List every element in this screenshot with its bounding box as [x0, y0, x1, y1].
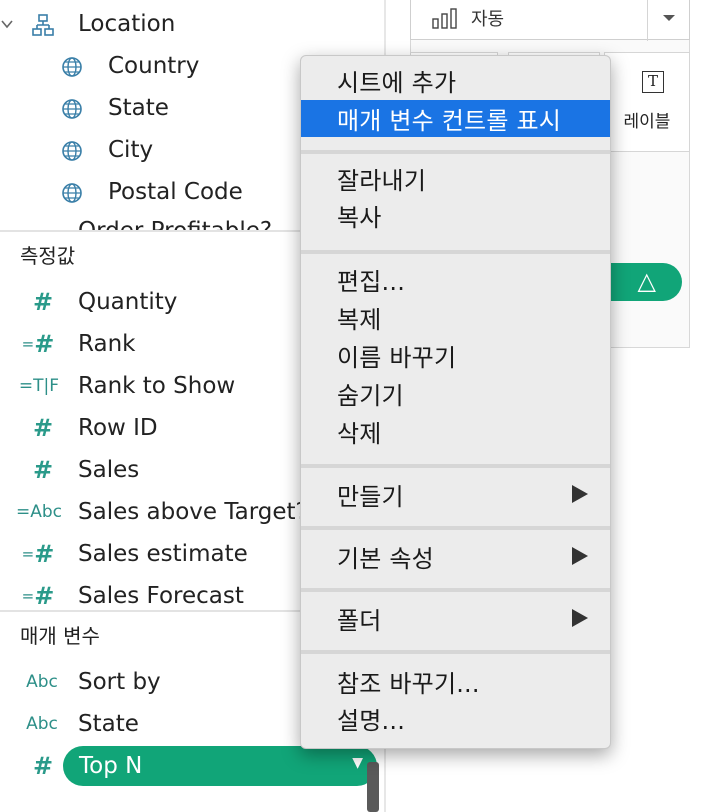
measure-label: Sales estimate [78, 541, 248, 567]
calculated-boolean-icon: =T|F [18, 376, 60, 396]
menu-item-duplicate[interactable]: 복제 [301, 299, 610, 336]
number-type-icon: # [32, 456, 54, 484]
globe-icon [60, 55, 84, 79]
menu-item-folders[interactable]: 폴더 [301, 600, 610, 637]
measure-label: Sales Forecast [78, 583, 244, 609]
dimension-label: City [108, 137, 154, 163]
chevron-down-icon[interactable] [0, 14, 14, 34]
label-button-label: 레이블 [623, 112, 671, 132]
number-type-icon: # [32, 752, 54, 780]
measure-label: Row ID [78, 415, 158, 441]
menu-separator [301, 250, 610, 254]
menu-item-show-parameter-control[interactable]: 매개 변수 컨트롤 표시 [301, 100, 610, 137]
parameter-label: Top N [79, 753, 143, 779]
measure-label: Sales [78, 457, 140, 483]
text-label-icon: T [642, 71, 664, 93]
dropdown-arrow-icon[interactable] [647, 0, 689, 41]
menu-item-copy[interactable]: 복사 [301, 197, 610, 234]
menu-item-label: 잘라내기 [337, 167, 427, 195]
submenu-arrow-icon [572, 485, 588, 503]
menu-item-create[interactable]: 만들기 [301, 476, 610, 513]
parameter-label: Sort by [78, 669, 161, 695]
menu-item-default-properties[interactable]: 기본 속성 [301, 538, 610, 575]
number-type-icon: # [32, 288, 54, 316]
menu-item-label: 폴더 [337, 607, 382, 635]
caret-down-icon[interactable]: ▼ [352, 755, 363, 771]
calculated-number-icon: = # [21, 540, 55, 568]
menu-item-label: 이름 바꾸기 [337, 344, 457, 372]
label-button[interactable]: T 레이블 [604, 52, 690, 152]
menu-item-describe[interactable]: 설명... [301, 700, 610, 737]
dimension-label: Order Profitable? [78, 218, 272, 230]
menu-item-label: 매개 변수 컨트롤 표시 [337, 107, 562, 135]
menu-item-edit[interactable]: 편집... [301, 261, 610, 298]
globe-icon [60, 97, 84, 121]
parameters-title: 매개 변수 [20, 624, 100, 648]
menu-item-label: 편집... [337, 268, 406, 296]
menu-separator [301, 650, 610, 654]
measure-label: Rank [78, 331, 136, 357]
menu-item-label: 삭제 [337, 420, 382, 448]
measure-label: Quantity [78, 289, 178, 315]
calculated-string-icon: =Abc [16, 502, 63, 522]
mark-type-label: 자동 [471, 9, 505, 30]
menu-item-delete[interactable]: 삭제 [301, 413, 610, 450]
menu-separator [301, 150, 610, 154]
menu-item-replace-references[interactable]: 참조 바꾸기... [301, 663, 610, 700]
calculated-number-icon: = # [21, 330, 55, 358]
table-calc-delta-icon: △ [637, 267, 656, 295]
parameter-label: State [78, 711, 139, 737]
globe-icon [60, 181, 84, 205]
globe-icon [60, 139, 84, 163]
menu-item-cut[interactable]: 잘라내기 [301, 160, 610, 197]
dimension-label: Postal Code [108, 179, 243, 205]
menu-item-label: 기본 속성 [337, 545, 434, 573]
menu-item-label: 복제 [337, 306, 382, 334]
menu-item-hide[interactable]: 숨기기 [301, 375, 610, 412]
dimension-label: Country [108, 53, 200, 79]
scrollbar-thumb[interactable] [367, 762, 379, 812]
string-type-icon: Abc [26, 672, 58, 692]
menu-separator [301, 588, 610, 592]
menu-separator [301, 464, 610, 468]
calculated-number-icon: = # [21, 582, 55, 610]
submenu-arrow-icon [572, 547, 588, 565]
hierarchy-icon [30, 12, 56, 38]
dimension-label: State [108, 95, 169, 121]
menu-item-label: 만들기 [337, 483, 404, 511]
menu-item-label: 복사 [337, 204, 382, 232]
menu-item-label: 설명... [337, 707, 406, 735]
context-menu: 시트에 추가 매개 변수 컨트롤 표시 잘라내기 복사 편집... 복제 이름 … [300, 55, 611, 749]
mark-type-dropdown[interactable]: 자동 [410, 0, 690, 41]
menu-item-label: 시트에 추가 [337, 69, 457, 97]
string-type-icon: Abc [26, 714, 58, 734]
measure-label: Rank to Show [78, 373, 236, 399]
dimension-label: Location [78, 11, 176, 37]
menu-separator [301, 526, 610, 530]
measures-title: 측정값 [20, 244, 76, 268]
menu-item-rename[interactable]: 이름 바꾸기 [301, 337, 610, 374]
measure-label: Sales above Target? [78, 499, 308, 525]
menu-item-add-to-sheet[interactable]: 시트에 추가 [301, 62, 610, 99]
bar-chart-icon [431, 7, 463, 29]
dimension-location[interactable]: Location [0, 3, 384, 45]
menu-item-label: 숨기기 [337, 382, 404, 410]
menu-item-label: 참조 바꾸기... [337, 670, 480, 698]
parameter-top-n-pill[interactable]: Top N ▼ [63, 746, 377, 786]
submenu-arrow-icon [572, 609, 588, 627]
number-type-icon: # [32, 414, 54, 442]
